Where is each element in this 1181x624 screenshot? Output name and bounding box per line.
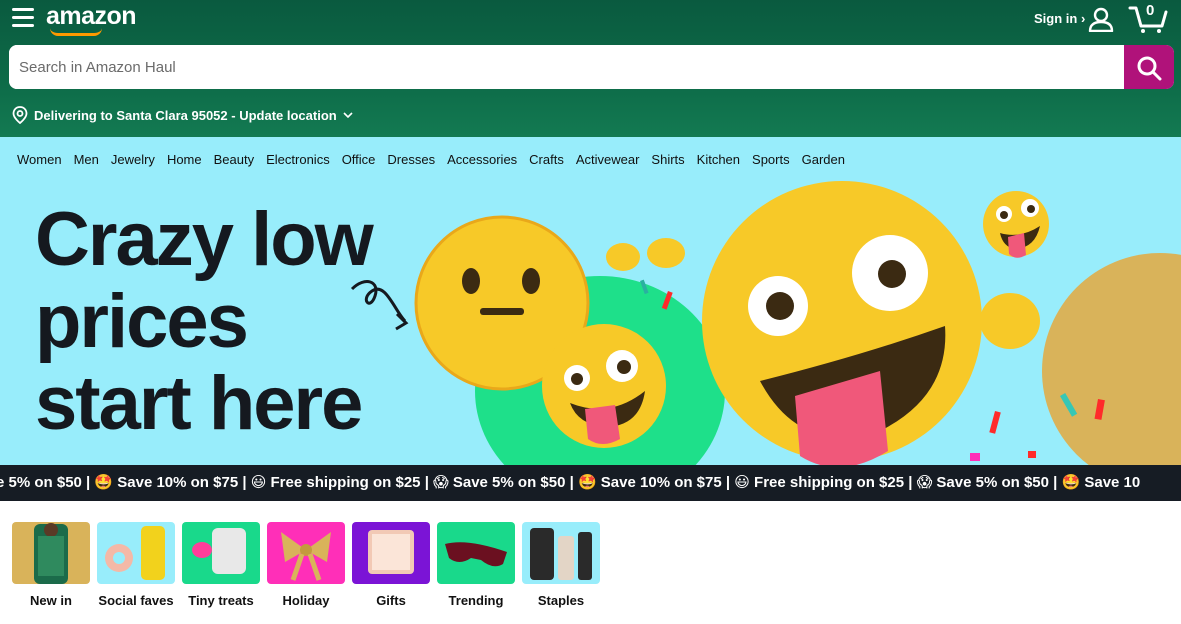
category-image-tiny-treats — [182, 522, 260, 584]
user-icon[interactable] — [1088, 6, 1114, 32]
nav-item-accessories[interactable]: Accessories — [447, 152, 517, 167]
jewelry-box-image — [368, 530, 414, 574]
nav-item-jewelry[interactable]: Jewelry — [111, 152, 155, 167]
search-input[interactable] — [9, 45, 1124, 89]
category-tile-social-faves[interactable]: Social faves — [97, 522, 175, 608]
category-label: Gifts — [376, 593, 406, 608]
nav-item-men[interactable]: Men — [74, 152, 99, 167]
nav-item-activewear[interactable]: Activewear — [576, 152, 640, 167]
category-tile-gifts[interactable]: Gifts — [352, 522, 430, 608]
category-label: New in — [30, 593, 72, 608]
delivery-location[interactable]: Delivering to Santa Clara 95052 - Update… — [12, 106, 353, 124]
nav-item-kitchen[interactable]: Kitchen — [697, 152, 740, 167]
chevron-down-icon — [343, 112, 353, 119]
cart-count: 0 — [1146, 2, 1155, 19]
nav-item-beauty[interactable]: Beauty — [214, 152, 254, 167]
category-label: Staples — [537, 593, 585, 608]
nav-item-sports[interactable]: Sports — [752, 152, 790, 167]
scarf-woman-image — [34, 523, 68, 584]
category-nav: Women Men Jewelry Home Beauty Electronic… — [0, 137, 1181, 181]
category-image-staples — [522, 522, 600, 584]
amazon-logo-smile-icon — [50, 28, 102, 36]
category-tile-tiny-treats[interactable]: Tiny treats — [182, 522, 260, 608]
nav-item-home[interactable]: Home — [167, 152, 202, 167]
promo-ticker-text: e 5% on $50 | 🤩 Save 10% on $75 | 😃 Free… — [0, 474, 1141, 491]
promo-ticker: e 5% on $50 | 🤩 Save 10% on $75 | 😃 Free… — [0, 465, 1181, 501]
category-tile-staples[interactable]: Staples — [522, 522, 600, 608]
search-bar — [9, 45, 1174, 89]
category-image-gifts — [352, 522, 430, 584]
category-tiles: New in Social faves Tiny treats Holiday … — [12, 522, 600, 608]
hero-banner[interactable]: Crazy low prices start here — [0, 181, 1181, 465]
category-label: Holiday — [282, 593, 330, 608]
hamburger-menu-icon[interactable] — [12, 8, 34, 28]
category-image-social-faves — [97, 522, 175, 584]
search-button[interactable] — [1124, 45, 1174, 89]
mirror-compact-image — [192, 528, 246, 574]
category-tile-trending[interactable]: Trending — [437, 522, 515, 608]
nav-item-dresses[interactable]: Dresses — [387, 152, 435, 167]
category-label: Tiny treats — [188, 593, 254, 608]
category-image-new-in — [12, 522, 90, 584]
search-icon — [1137, 56, 1162, 80]
amazon-logo[interactable]: amazon — [46, 2, 137, 31]
category-tile-new-in[interactable]: New in — [12, 522, 90, 608]
category-image-holiday — [267, 522, 345, 584]
nav-item-office[interactable]: Office — [342, 152, 376, 167]
nav-item-women[interactable]: Women — [17, 152, 62, 167]
location-pin-icon — [12, 106, 28, 124]
hero-emoji-illustration — [350, 181, 1181, 465]
sunglasses-image — [445, 542, 507, 567]
phone-case-image — [105, 526, 165, 580]
header: amazon Sign in › 0 Delivering to Santa C… — [0, 0, 1181, 137]
sign-in-link[interactable]: Sign in › — [1034, 11, 1085, 26]
category-image-trending — [437, 522, 515, 584]
category-tile-holiday[interactable]: Holiday — [267, 522, 345, 608]
nav-item-shirts[interactable]: Shirts — [651, 152, 684, 167]
gold-bow-image — [281, 532, 331, 581]
nav-item-electronics[interactable]: Electronics — [266, 152, 330, 167]
category-label: Social faves — [98, 593, 174, 608]
nav-item-garden[interactable]: Garden — [802, 152, 845, 167]
delivery-label: Delivering to Santa Clara 95052 - Update… — [34, 107, 337, 123]
nav-item-crafts[interactable]: Crafts — [529, 152, 564, 167]
category-label: Trending — [448, 593, 504, 608]
bodysuits-image — [530, 528, 592, 580]
